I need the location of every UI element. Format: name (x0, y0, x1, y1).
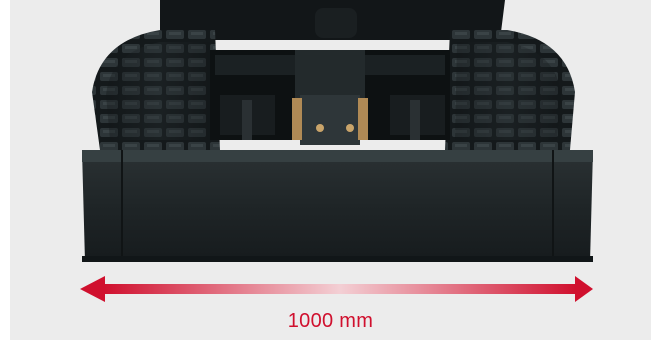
excavator-dozer-blade-image (82, 0, 593, 262)
product-illustration-panel (10, 0, 651, 340)
double-arrow-icon (80, 276, 593, 302)
width-dimension-label: 1000 mm (287, 310, 374, 332)
